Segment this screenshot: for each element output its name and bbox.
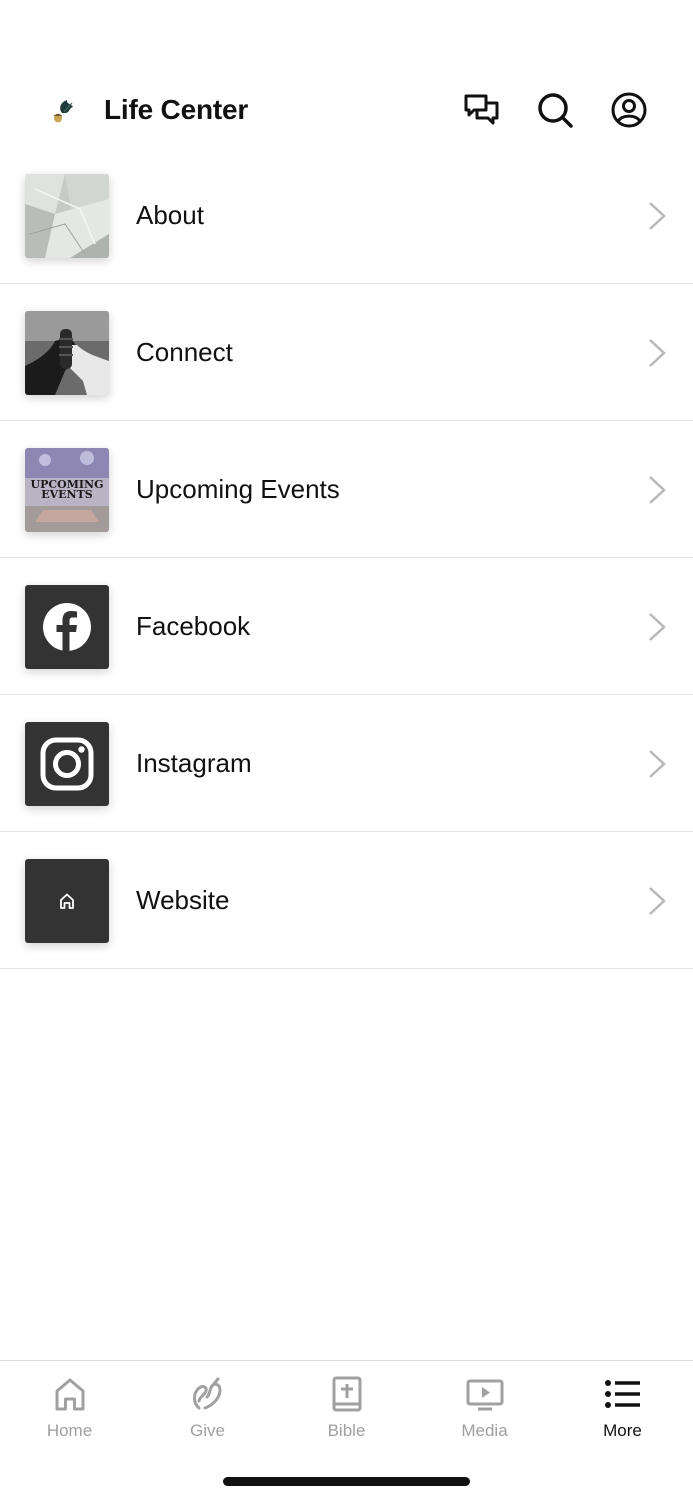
bible-icon <box>328 1375 366 1413</box>
tab-label: Media <box>461 1421 508 1440</box>
menu-item-label: Instagram <box>136 748 252 778</box>
app-header: Life Center <box>0 70 693 150</box>
menu-item-label: Upcoming Events <box>136 474 340 504</box>
chevron-right-icon <box>646 748 668 780</box>
tab-give[interactable]: Give <box>138 1361 277 1461</box>
menu-item-label: Connect <box>136 337 233 367</box>
tab-label: Give <box>190 1421 225 1440</box>
menu-item-facebook[interactable]: Facebook <box>0 558 693 695</box>
list-icon <box>604 1375 642 1413</box>
home-icon <box>51 1375 89 1413</box>
tab-bible[interactable]: Bible <box>277 1361 416 1461</box>
more-menu-list: About Connect UPCOMING EVENTS Upcoming E… <box>0 147 693 969</box>
home-icon <box>25 859 109 943</box>
chevron-right-icon <box>646 611 668 643</box>
instagram-icon <box>25 722 109 806</box>
menu-item-label: About <box>136 200 204 230</box>
abstract-paper-shapes-image <box>25 174 109 258</box>
give-icon <box>189 1375 227 1413</box>
thumb-text-line-2: EVENTS <box>41 488 93 501</box>
upcoming-events-image: UPCOMING EVENTS <box>25 448 109 532</box>
chat-icon <box>464 94 499 125</box>
profile-button[interactable] <box>609 90 649 130</box>
menu-item-label: Website <box>136 885 230 915</box>
menu-item-instagram[interactable]: Instagram <box>0 695 693 832</box>
menu-item-website[interactable]: Website <box>0 832 693 969</box>
tab-label: Bible <box>327 1421 366 1440</box>
menu-item-about[interactable]: About <box>0 147 693 284</box>
tab-media[interactable]: Media <box>415 1361 554 1461</box>
tab-label: More <box>603 1421 642 1440</box>
chevron-right-icon <box>646 474 668 506</box>
chevron-right-icon <box>646 200 668 232</box>
home-indicator <box>223 1477 470 1486</box>
tab-home[interactable]: Home <box>0 1361 139 1461</box>
search-icon <box>538 93 573 128</box>
tab-more[interactable]: More <box>553 1361 692 1461</box>
oak-leaf-logo-icon <box>48 96 78 126</box>
menu-item-connect[interactable]: Connect <box>0 284 693 421</box>
app-title: Life Center <box>104 94 249 125</box>
menu-item-label: Facebook <box>136 611 251 641</box>
search-button[interactable] <box>535 90 575 130</box>
chat-button[interactable] <box>462 90 502 130</box>
media-icon <box>466 1375 504 1413</box>
menu-item-upcoming-events[interactable]: UPCOMING EVENTS Upcoming Events <box>0 421 693 558</box>
profile-icon <box>611 92 647 128</box>
clasped-hands-image <box>25 311 109 395</box>
facebook-icon <box>25 585 109 669</box>
tab-label: Home <box>46 1421 93 1440</box>
chevron-right-icon <box>646 337 668 369</box>
chevron-right-icon <box>646 885 668 917</box>
